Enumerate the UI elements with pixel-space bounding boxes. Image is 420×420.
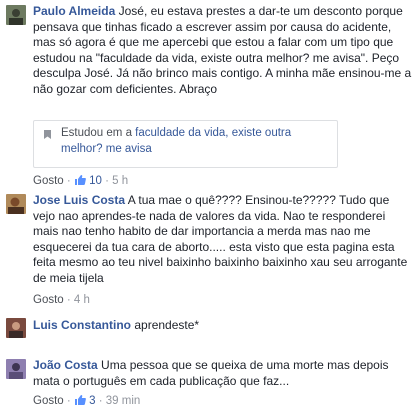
comment-author[interactable]: Paulo Almeida [33,4,115,18]
comment-body: Luis Constantino aprendeste* [33,318,413,334]
comment-author[interactable]: João Costa [33,358,98,372]
like-count[interactable]: 10 [89,175,102,187]
avatar[interactable] [6,318,26,338]
avatar[interactable] [6,5,26,25]
separator: · [66,395,74,407]
quote-prefix: Estudou em a [61,127,136,139]
timestamp[interactable]: 39 min [106,395,141,407]
quoted-attachment[interactable]: Estudou em a faculdade da vida, existe o… [33,120,338,168]
comment-body: João Costa Uma pessoa que se queixa de u… [33,358,413,389]
separator: · [66,175,74,187]
comment-actions: Gosto · 3 · 39 min [33,394,140,410]
like-icon[interactable] [74,394,86,410]
comment-actions: Gosto · 10 · 5 h [33,174,128,190]
comment-text: aprendeste* [134,318,200,332]
comment-actions: Gosto · 4 h [33,293,90,307]
like-icon[interactable] [74,174,86,190]
bookmark-icon [42,129,53,140]
comment-author[interactable]: Luis Constantino [33,318,131,332]
comment-body: Jose Luis Costa A tua mae o quê???? Ensi… [33,193,413,286]
like-button[interactable]: Gosto [33,175,64,187]
avatar[interactable] [6,194,26,214]
timestamp[interactable]: 5 h [112,175,128,187]
timestamp[interactable]: 4 h [74,294,90,306]
separator: · [98,395,106,407]
like-button[interactable]: Gosto [33,395,64,407]
like-button[interactable]: Gosto [33,294,64,306]
comment-author[interactable]: Jose Luis Costa [33,193,125,207]
quote-text: Estudou em a faculdade da vida, existe o… [61,125,331,157]
separator: · [66,294,74,306]
like-count[interactable]: 3 [89,395,95,407]
avatar[interactable] [6,359,26,379]
comment-body: Paulo Almeida José, eu estava prestes a … [33,4,413,97]
